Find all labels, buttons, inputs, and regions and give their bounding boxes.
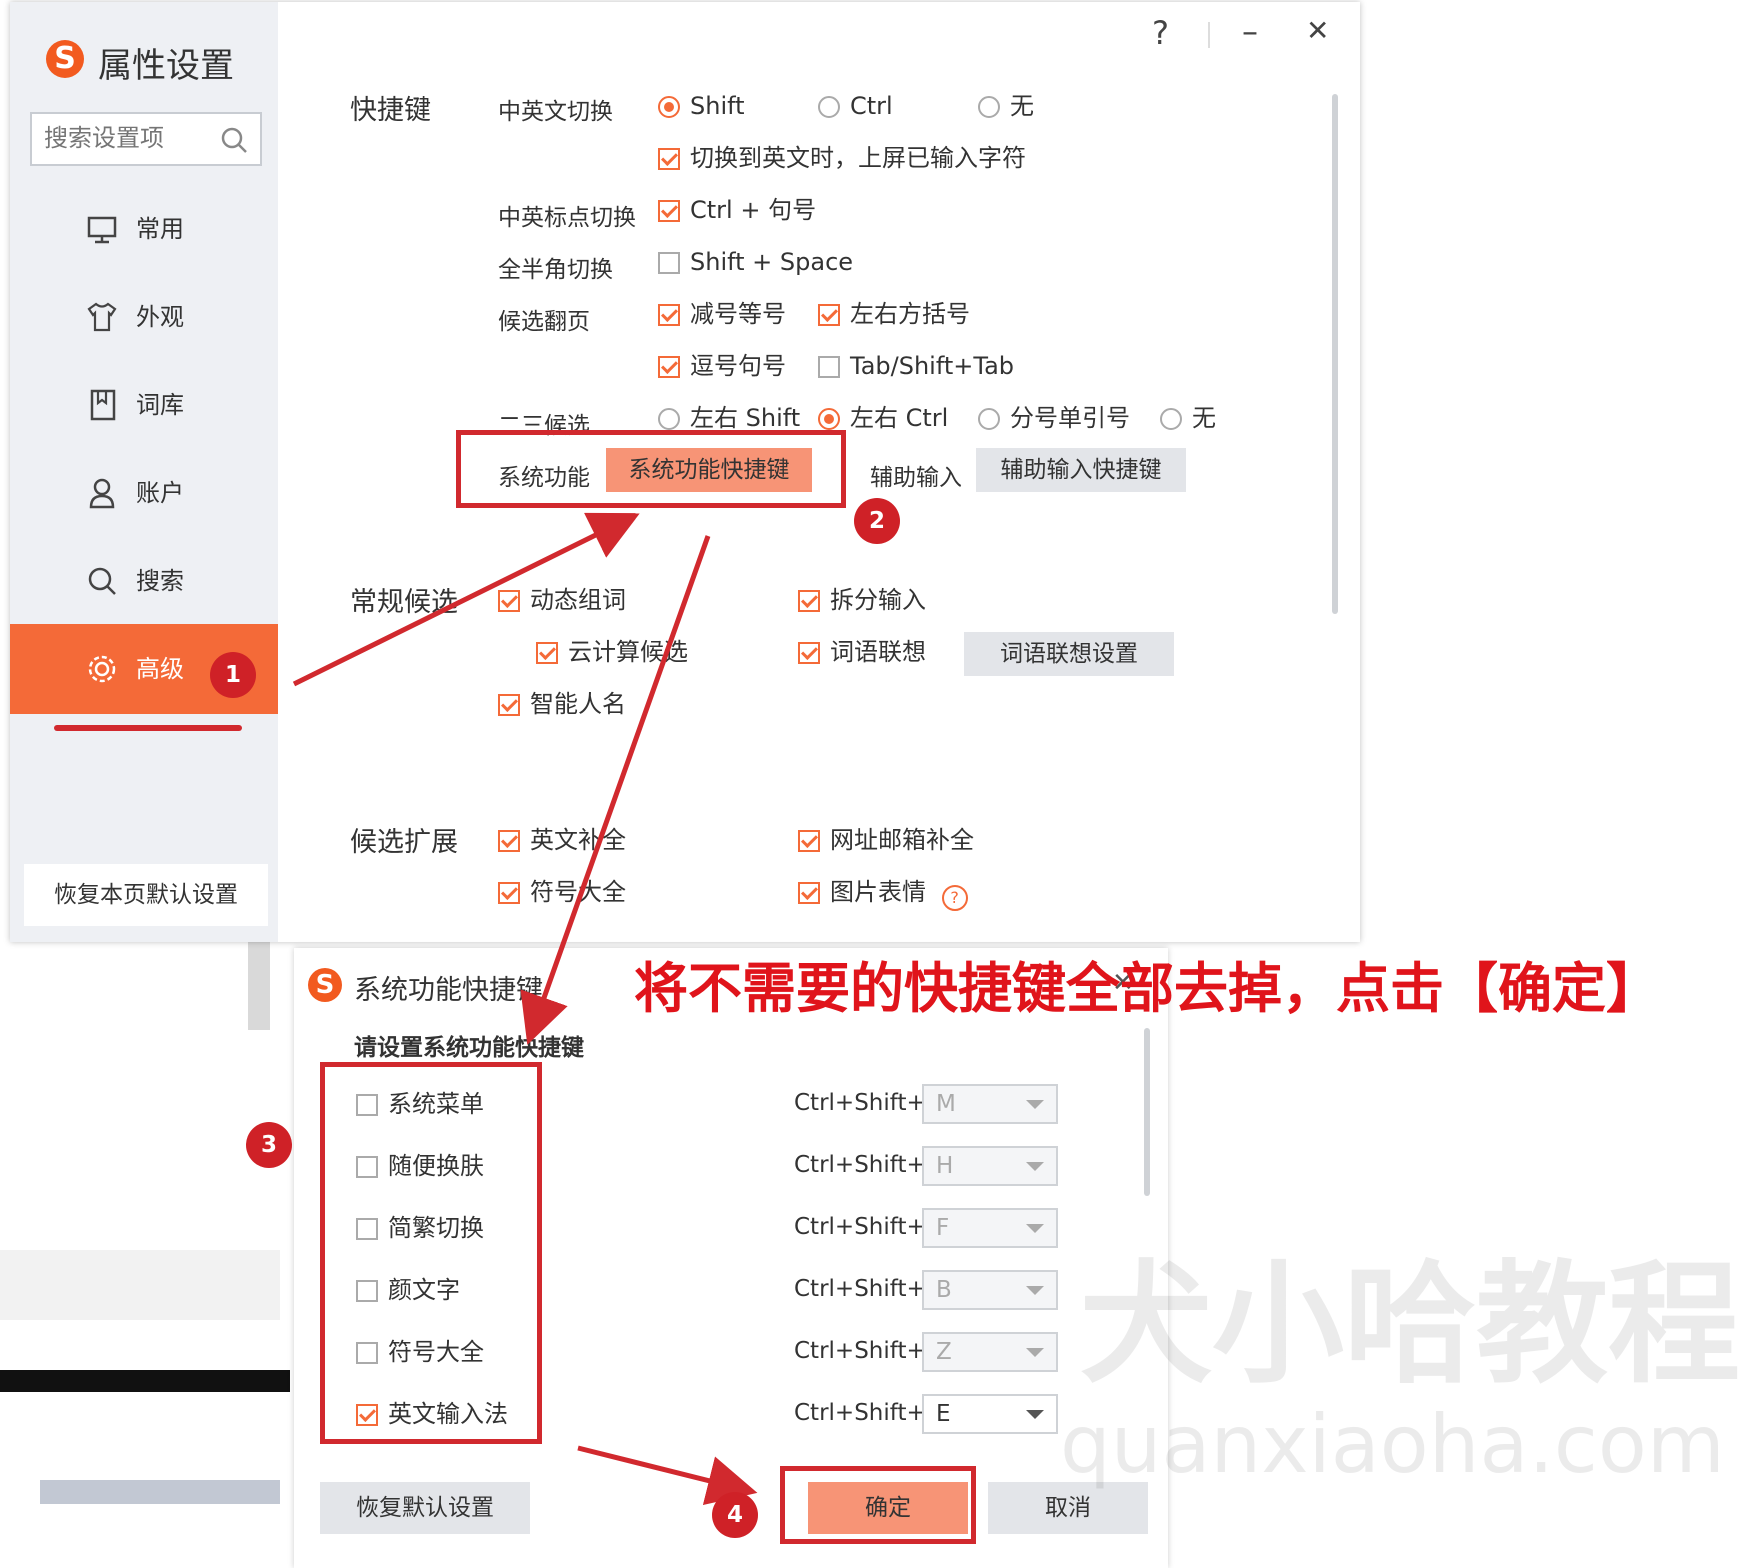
step-badge-2: 2 xyxy=(854,498,900,544)
step-badge-3: 3 xyxy=(246,1122,292,1168)
arrow-to-ok-button xyxy=(577,1445,758,1505)
step-badge-4: 4 xyxy=(712,1492,758,1538)
annotation-arrows xyxy=(292,512,758,1505)
instruction-text: 将不需要的快捷键全部去掉，点击【确定】 xyxy=(634,957,1660,1020)
step-badge-1: 1 xyxy=(210,652,256,698)
arrow-advanced-to-system-func xyxy=(292,512,640,687)
